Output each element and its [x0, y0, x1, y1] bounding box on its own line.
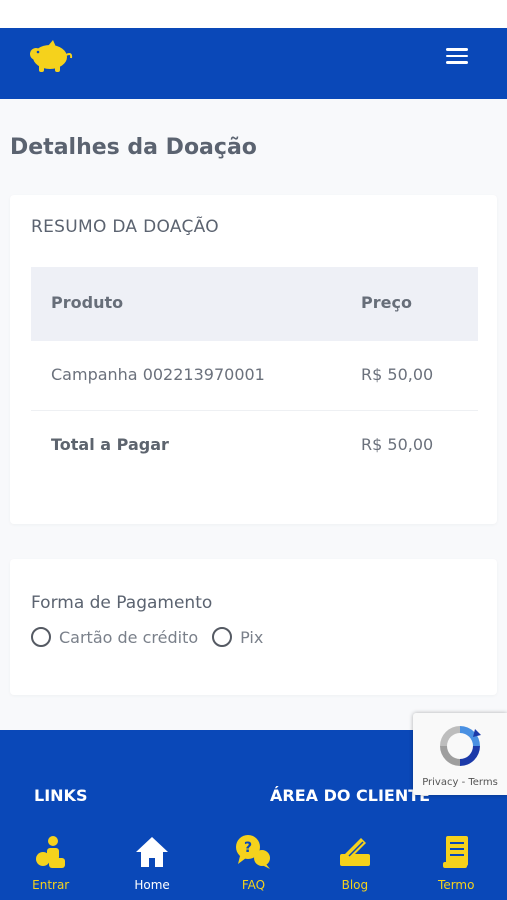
- product-name: Campanha 002213970001: [51, 365, 265, 384]
- footer-client-area-heading: ÁREA DO CLIENTE: [270, 786, 431, 805]
- nav-label: Blog: [341, 878, 369, 892]
- total-value: R$ 50,00: [361, 435, 434, 454]
- payment-option-credit-card[interactable]: Cartão de crédito: [31, 627, 198, 647]
- recaptcha-badge[interactable]: Privacy - Terms: [413, 713, 507, 795]
- radio-button[interactable]: [31, 627, 51, 647]
- nav-label: Termo: [438, 878, 475, 892]
- footer-links-heading: LINKS: [34, 786, 88, 805]
- payment-title: Forma de Pagamento: [31, 593, 213, 613]
- nav-item-termo[interactable]: Termo: [406, 826, 507, 900]
- home-icon: [132, 832, 172, 872]
- page-title: Detalhes da Doação: [10, 135, 257, 160]
- bottom-navigation: Entrar Home ? FAQ Blog Termo: [0, 826, 507, 900]
- payment-method-card: Forma de Pagamento Cartão de crédito Pix: [10, 559, 497, 695]
- status-bar: [0, 0, 507, 28]
- column-header-produto: Produto: [51, 293, 124, 312]
- payment-option-label: Cartão de crédito: [59, 627, 199, 647]
- top-bar: [0, 28, 507, 99]
- table-header: Produto Preço: [31, 267, 478, 341]
- payment-options: Cartão de crédito Pix: [31, 627, 277, 647]
- payment-option-pix[interactable]: Pix: [212, 627, 263, 647]
- nav-label: FAQ: [241, 878, 266, 892]
- column-header-preco: Preço: [361, 293, 412, 312]
- nav-item-entrar[interactable]: Entrar: [0, 826, 101, 900]
- blog-icon: [335, 832, 375, 872]
- nav-item-blog[interactable]: Blog: [304, 826, 405, 900]
- payment-option-label: Pix: [240, 627, 264, 647]
- total-row: Total a Pagar R$ 50,00: [31, 411, 478, 481]
- recaptcha-icon: [440, 726, 481, 766]
- product-price: R$ 50,00: [361, 365, 434, 384]
- total-label: Total a Pagar: [51, 435, 169, 454]
- donation-summary-card: RESUMO DA DOAÇÃO Produto Preço Campanha …: [10, 195, 497, 524]
- summary-title: RESUMO DA DOAÇÃO: [31, 217, 219, 237]
- nav-item-home[interactable]: Home: [102, 826, 203, 900]
- main-content: Detalhes da Doação RESUMO DA DOAÇÃO Prod…: [0, 99, 507, 730]
- nav-label: Home: [134, 878, 170, 892]
- nav-label: Entrar: [32, 878, 70, 892]
- document-icon: [436, 832, 476, 872]
- radio-button[interactable]: [212, 627, 233, 647]
- login-icon: [31, 832, 71, 872]
- faq-icon: ?: [233, 832, 273, 872]
- svg-text:?: ?: [244, 840, 252, 856]
- recaptcha-links[interactable]: Privacy - Terms: [413, 777, 507, 788]
- piggy-bank-icon[interactable]: [28, 38, 74, 74]
- nav-item-faq[interactable]: ? FAQ: [203, 826, 304, 900]
- table-row: Campanha 002213970001 R$ 50,00: [31, 341, 478, 411]
- menu-button[interactable]: [443, 44, 471, 68]
